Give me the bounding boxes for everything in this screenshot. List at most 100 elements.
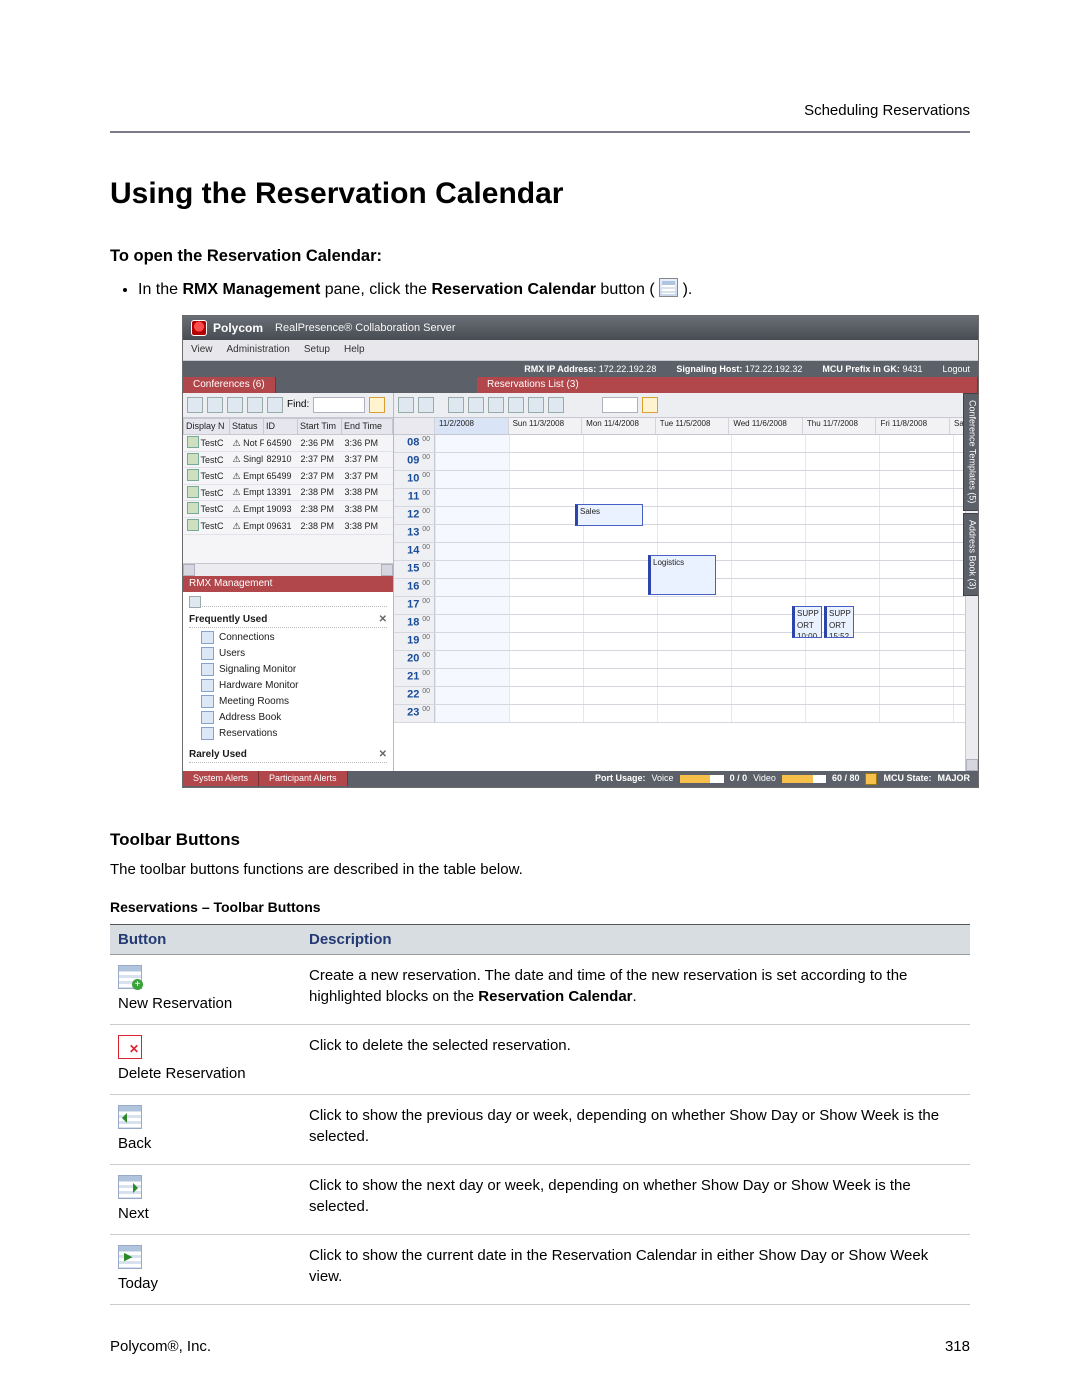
polycom-logo-icon [191,320,207,336]
warning-icon [865,773,877,785]
participant-alerts-tab[interactable]: Participant Alerts [259,771,348,786]
toolbar-buttons-table: Button Description New Reservation Creat… [110,924,970,1305]
table-row[interactable]: TestC⚠ Not F645902:36 PM3:36 PM [184,435,393,452]
system-alerts-tab[interactable]: System Alerts [183,771,259,786]
show-day-icon[interactable] [508,397,524,413]
zoom-input[interactable] [602,397,638,413]
table-row[interactable]: TestC⚠ Empt190932:38 PM3:38 PM [184,501,393,518]
conferences-toolbar: Find: [183,393,393,418]
next-icon[interactable] [468,397,484,413]
calendar-header: 11/2/2008 Sun 11/3/2008 Mon 11/4/2008 Tu… [394,418,978,435]
reservations-icon [201,727,214,740]
table-row[interactable]: TestC⚠ Empt133912:38 PM3:38 PM [184,484,393,501]
side-tab-addressbook[interactable]: Address Book (3) [963,513,978,597]
table-row[interactable]: TestC⚠ Empt654992:37 PM3:37 PM [184,468,393,485]
new-reservation-icon[interactable] [398,397,414,413]
menu-help[interactable]: Help [344,343,365,357]
day-header[interactable]: Tue 11/5/2008 [655,418,729,434]
footer-company: Polycom®, Inc. [110,1336,211,1357]
app-titlebar: Polycom RealPresence® Collaboration Serv… [183,316,978,340]
table-row: Back Click to show the previous day or w… [110,1095,970,1165]
chevron-up-icon[interactable]: ✕ [379,748,387,762]
delete-reservation-icon[interactable] [418,397,434,413]
find-label: Find: [287,398,309,412]
event-sales[interactable]: Sales [575,504,643,526]
header-rule [110,131,970,133]
search-icon[interactable] [642,397,658,413]
h-scrollbar[interactable] [183,563,393,576]
nav-addressbook[interactable]: Address Book [189,710,387,726]
refresh-icon[interactable] [548,397,564,413]
nav-hardware[interactable]: Hardware Monitor [189,678,387,694]
day-header[interactable]: Thu 11/7/2008 [802,418,876,434]
table-row: Next Click to show the next day or week,… [110,1165,970,1235]
show-week-icon[interactable] [528,397,544,413]
address-book-icon [201,711,214,724]
new-reservation-icon [118,965,142,989]
brand-label: Polycom [213,320,263,337]
video-usage-bar [782,775,826,783]
voice-usage-bar [680,775,724,783]
col-button: Button [110,925,301,955]
new-icon[interactable] [187,397,203,413]
side-tab-templates[interactable]: Conference Templates (5) [963,393,978,510]
today-icon [118,1245,142,1269]
event-support2[interactable]: SUPP ORT 15:52 [824,606,854,638]
today-icon[interactable] [488,397,504,413]
day-header[interactable]: Fri 11/8/2008 [875,418,949,434]
connections-icon [201,631,214,644]
nav-users[interactable]: Users [189,646,387,662]
nav-connections[interactable]: Connections [189,630,387,646]
table-row[interactable]: TestC⚠ Empt096312:38 PM3:38 PM [184,518,393,535]
page-title: Using the Reservation Calendar [110,173,970,215]
find-input[interactable] [313,397,365,413]
nav-reservations[interactable]: Reservations [189,726,387,742]
button-label: New Reservation [118,995,232,1012]
more-icon[interactable] [267,397,283,413]
button-label: Today [118,1275,158,1292]
event-support1[interactable]: SUPP ORT 10:00 [792,606,822,638]
table-row: Delete Reservation Click to delete the s… [110,1025,970,1095]
stop-icon[interactable] [247,397,263,413]
app-screenshot: Polycom RealPresence® Collaboration Serv… [182,315,979,787]
table-row: Today Click to show the current date in … [110,1235,970,1305]
reservations-tab[interactable]: Reservations List (3) [477,377,978,393]
collapse-icon[interactable] [189,596,201,608]
rmx-management-panel: Frequently Used✕ Connections Users Signa… [183,592,393,771]
delete-icon[interactable] [207,397,223,413]
toolbar-buttons-heading: Toolbar Buttons [110,828,970,852]
logout-link[interactable]: Logout [942,363,970,376]
day-header[interactable]: Sun 11/3/2008 [508,418,582,434]
nav-signaling[interactable]: Signaling Monitor [189,662,387,678]
nav-meeting[interactable]: Meeting Rooms [189,694,387,710]
menu-view[interactable]: View [191,343,213,357]
table-caption: Reservations – Toolbar Buttons [110,898,970,918]
menu-setup[interactable]: Setup [304,343,330,357]
toolbar-buttons-desc: The toolbar buttons functions are descri… [110,859,970,880]
info-bar: RMX IP Address: 172.22.192.28 Signaling … [183,361,978,377]
button-label: Delete Reservation [118,1065,246,1082]
conferences-tab[interactable]: Conferences (6) [183,377,276,393]
signaling-icon [201,663,214,676]
hardware-icon [201,679,214,692]
search-icon[interactable] [369,397,385,413]
open-calendar-heading: To open the Reservation Calendar: [110,245,970,268]
day-header[interactable]: Wed 11/6/2008 [728,418,802,434]
rmx-management-header: RMX Management [183,576,393,592]
delete-reservation-icon [118,1035,142,1059]
table-row[interactable]: TestC⚠ Singl829102:37 PM3:37 PM [184,451,393,468]
menu-administration[interactable]: Administration [227,343,290,357]
event-logistics[interactable]: Logistics [648,555,716,595]
menubar[interactable]: View Administration Setup Help [183,340,978,361]
calendar-icon [659,278,678,297]
day-header[interactable]: Mon 11/4/2008 [581,418,655,434]
col-description: Description [301,925,970,955]
users-icon [201,647,214,660]
mcu-state-badge: MAJOR [937,772,970,785]
chevron-up-icon[interactable]: ✕ [379,613,387,627]
day-header[interactable]: 11/2/2008 [434,418,508,434]
properties-icon[interactable] [227,397,243,413]
product-label: RealPresence® Collaboration Server [275,321,456,336]
back-icon[interactable] [448,397,464,413]
back-icon [118,1105,142,1129]
